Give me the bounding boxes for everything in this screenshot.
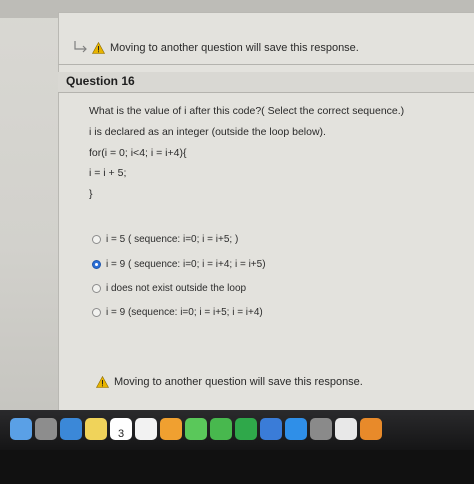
navigate-arrow-icon — [74, 41, 87, 53]
answer-option-3[interactable]: i does not exist outside the loop — [92, 283, 246, 294]
photos-icon[interactable] — [160, 418, 182, 440]
code-line-1: for(i = 0; i<4; i = i+4){ — [89, 147, 187, 159]
itunes-icon[interactable] — [335, 418, 357, 440]
radio-button[interactable] — [92, 235, 101, 244]
warning-text: Moving to another question will save thi… — [114, 376, 363, 388]
finder-icon[interactable] — [10, 418, 32, 440]
radio-button[interactable] — [92, 308, 101, 317]
answer-option-1[interactable]: i = 5 ( sequence: i=0; i = i+5; ) — [92, 234, 238, 245]
answer-option-label: i = 9 (sequence: i=0; i = i+5; i = i+4) — [106, 307, 263, 318]
app-store-icon[interactable] — [285, 418, 307, 440]
question-prompt: What is the value of i after this code?(… — [89, 105, 405, 117]
radio-button[interactable] — [92, 260, 101, 269]
question-title: Question 16 — [66, 74, 135, 88]
bottom-save-warning: Moving to another question will save thi… — [96, 376, 363, 388]
desk-surface — [0, 450, 474, 484]
keynote-icon[interactable] — [260, 418, 282, 440]
radio-button[interactable] — [92, 284, 101, 293]
browser-viewport: Moving to another question will save thi… — [0, 0, 474, 410]
warning-icon — [96, 376, 109, 388]
question-declaration: i is declared as an integer (outside the… — [89, 126, 326, 138]
launchpad-icon[interactable] — [35, 418, 57, 440]
section-divider — [58, 64, 474, 65]
warning-text: Moving to another question will save thi… — [110, 42, 359, 54]
warning-icon — [92, 42, 105, 54]
calendar-day: 3 — [117, 428, 125, 440]
calendar-icon[interactable]: 3 — [110, 418, 132, 440]
answer-option-label: i does not exist outside the loop — [106, 283, 247, 294]
ibooks-icon[interactable] — [360, 418, 382, 440]
numbers-icon[interactable] — [235, 418, 257, 440]
answer-option-label: i = 9 ( sequence: i=0; i = i+4; i = i+5) — [106, 259, 266, 270]
top-save-warning: Moving to another question will save thi… — [92, 42, 359, 54]
code-line-3: } — [89, 188, 93, 200]
reminders-icon[interactable] — [135, 418, 157, 440]
system-preferences-icon[interactable] — [310, 418, 332, 440]
messages-icon[interactable] — [185, 418, 207, 440]
answer-option-4[interactable]: i = 9 (sequence: i=0; i = i+5; i = i+4) — [92, 307, 263, 318]
facetime-icon[interactable] — [210, 418, 232, 440]
answer-option-2[interactable]: i = 9 ( sequence: i=0; i = i+4; i = i+5) — [92, 259, 266, 270]
notes-icon[interactable] — [85, 418, 107, 440]
safari-icon[interactable] — [60, 418, 82, 440]
code-line-2: i = i + 5; — [89, 167, 127, 179]
answer-option-label: i = 5 ( sequence: i=0; i = i+5; ) — [106, 234, 239, 245]
dock: 3 — [0, 412, 474, 446]
